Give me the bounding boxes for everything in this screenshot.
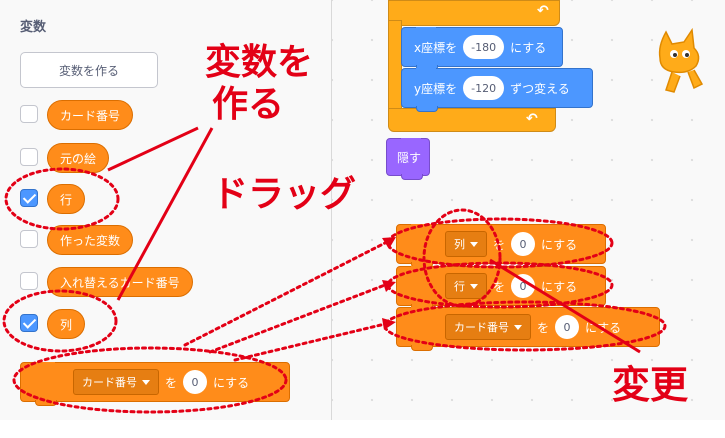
dropdown-caret-icon — [470, 283, 478, 289]
loop-arrow-icon: ↶ — [537, 3, 549, 19]
variable-checkbox[interactable] — [20, 230, 38, 248]
dropdown-label: 列 — [454, 238, 465, 251]
value-input[interactable]: -120 — [463, 76, 505, 100]
variable-reporter[interactable]: カード番号 — [47, 100, 134, 130]
palette-set-variable-block[interactable]: カード番号 を 0 にする — [20, 362, 290, 406]
make-variable-button[interactable]: 変数を作る — [20, 52, 158, 88]
dropdown-caret-icon — [514, 324, 522, 330]
annotation-make-variable-line2: 作る — [212, 84, 285, 125]
loop-top-cap[interactable] — [388, 0, 560, 26]
block-suffix: にする — [213, 375, 250, 390]
dropdown-label: 行 — [454, 280, 465, 293]
variable-dropdown[interactable]: カード番号 — [73, 369, 159, 395]
scratch-cat-sprite[interactable] — [652, 26, 704, 96]
variable-reporter[interactable]: 元の絵 — [47, 143, 110, 173]
variable-checkbox[interactable] — [20, 148, 38, 166]
block-label: 隠す — [397, 150, 422, 165]
dropdown-caret-icon — [470, 241, 478, 247]
block-word: を — [165, 375, 178, 390]
variable-reporter[interactable]: 行 — [47, 184, 86, 214]
value-input[interactable]: 0 — [555, 315, 580, 339]
variable-dropdown[interactable]: 列 — [445, 231, 487, 257]
block-suffix: にする — [541, 237, 578, 252]
block-suffix: ずつ変える — [510, 81, 570, 96]
variable-reporter[interactable]: 作った変数 — [47, 225, 134, 255]
variable-reporter[interactable]: 列 — [47, 309, 86, 339]
block-suffix: にする — [510, 40, 547, 55]
annotation-make-variable-line1: 変数を — [205, 42, 314, 83]
dropdown-label: カード番号 — [454, 321, 509, 334]
variable-checkbox[interactable] — [20, 105, 38, 123]
loop-body — [388, 20, 402, 116]
block-label: y座標を — [414, 81, 458, 96]
set-card-number-block[interactable]: カード番号 を 0 にする — [396, 307, 660, 351]
category-title: 変数 — [20, 20, 47, 35]
block-label: x座標を — [414, 40, 458, 55]
annotation-drag: ドラッグ — [212, 174, 357, 215]
variable-checkbox[interactable] — [20, 272, 38, 290]
variable-dropdown[interactable]: カード番号 — [445, 314, 531, 340]
annotation-change: 変更 — [612, 363, 689, 407]
bottom-strip — [0, 420, 725, 438]
value-input[interactable]: 0 — [183, 370, 208, 394]
variable-checkbox-checked[interactable] — [20, 189, 38, 207]
variable-checkbox-checked[interactable] — [20, 314, 38, 332]
set-x-block[interactable]: x座標を -180 にする — [401, 27, 563, 71]
value-input[interactable]: 0 — [511, 232, 536, 256]
block-suffix: にする — [541, 279, 578, 294]
variable-reporter[interactable]: 入れ替えるカード番号 — [47, 267, 193, 297]
block-suffix: にする — [585, 320, 622, 335]
block-word: を — [493, 279, 506, 294]
block-word: を — [493, 237, 506, 252]
value-input[interactable]: 0 — [511, 274, 536, 298]
block-word: を — [537, 320, 550, 335]
dropdown-label: カード番号 — [82, 376, 137, 389]
change-y-block[interactable]: y座標を -120 ずつ変える — [401, 68, 593, 112]
hide-block[interactable]: 隠す — [386, 138, 430, 180]
value-input[interactable]: -180 — [463, 35, 505, 59]
dropdown-caret-icon — [142, 379, 150, 385]
set-row-block[interactable]: 行 を 0 にする — [396, 266, 606, 310]
variable-dropdown[interactable]: 行 — [445, 273, 487, 299]
set-column-block[interactable]: 列 を 0 にする — [396, 224, 606, 268]
loop-arrow-icon: ↶ — [526, 111, 538, 127]
